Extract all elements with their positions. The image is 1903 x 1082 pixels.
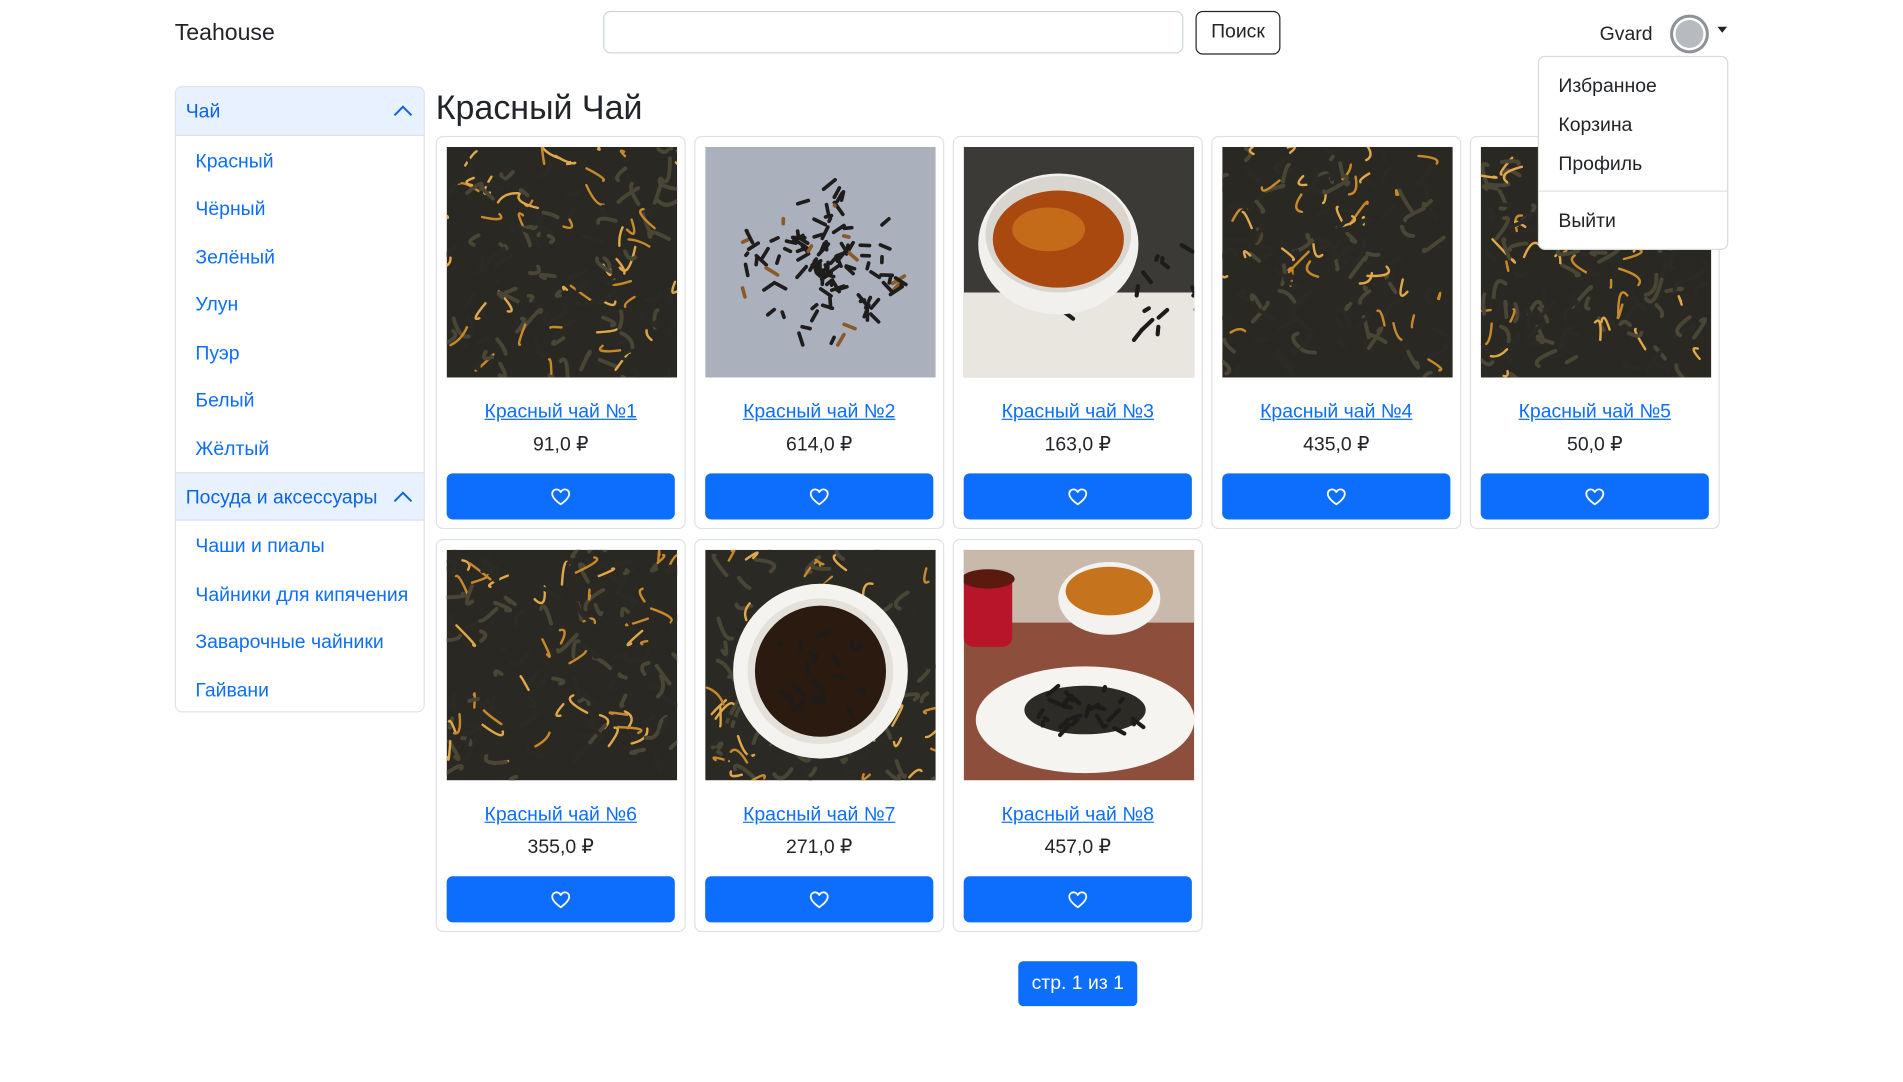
- sidebar-item-bowls[interactable]: Чаши и пиалы: [195, 536, 324, 558]
- product-price: 163,0 ₽: [1044, 434, 1111, 456]
- product-card: Красный чай №2 614,0 ₽: [694, 135, 945, 530]
- heart-icon: [1068, 488, 1088, 506]
- product-card: Красный чай №4 435,0 ₽: [1211, 135, 1462, 530]
- add-to-favorites-button[interactable]: [446, 876, 675, 923]
- chevron-down-icon[interactable]: [1717, 26, 1728, 33]
- sidebar-item-white[interactable]: Белый: [195, 391, 254, 413]
- tea-bowl-image: [963, 146, 1195, 378]
- product-image[interactable]: [1222, 146, 1453, 378]
- product-price: 91,0 ₽: [532, 434, 589, 456]
- product-card: Красный чай №3 163,0 ₽: [952, 135, 1203, 530]
- add-to-favorites-button[interactable]: [705, 876, 934, 923]
- username: Gvard: [1599, 24, 1653, 45]
- product-title-link[interactable]: Красный чай №6: [437, 805, 685, 827]
- avatar[interactable]: [1670, 14, 1709, 54]
- user-avatar-icon: [1670, 14, 1709, 54]
- search-button[interactable]: Поиск: [1195, 10, 1281, 55]
- sidebar-item-red[interactable]: Красный: [195, 152, 273, 174]
- product-price: 435,0 ₽: [1303, 434, 1370, 456]
- product-title-link[interactable]: Красный чай №5: [1471, 402, 1719, 424]
- sidebar-item-green[interactable]: Зелёный: [195, 248, 275, 270]
- product-price: 457,0 ₽: [1044, 837, 1111, 859]
- category-sidebar: Чай Красный Чёрный Зелёный Улун Пуэр Бел…: [174, 86, 425, 713]
- menu-item-cart[interactable]: Корзина: [1558, 115, 1632, 137]
- user-dropdown-menu: Избранное Корзина Профиль Выйти: [1537, 55, 1729, 251]
- add-to-favorites-button[interactable]: [963, 876, 1192, 923]
- product-title-link[interactable]: Красный чай №2: [695, 402, 943, 424]
- accordion-title: Чай: [185, 101, 221, 123]
- heart-icon: [809, 891, 829, 909]
- heart-icon: [1326, 488, 1346, 506]
- page-title: Красный Чай: [435, 88, 643, 127]
- sidebar-item-yellow[interactable]: Жёлтый: [195, 439, 269, 461]
- sidebar-item-black[interactable]: Чёрный: [195, 199, 265, 221]
- loose-leaf-tea-image: [446, 146, 678, 378]
- product-card: Красный чай №8 457,0 ₽: [952, 538, 1203, 933]
- product-title-link[interactable]: Красный чай №4: [1212, 402, 1460, 424]
- product-image[interactable]: [705, 549, 936, 781]
- sidebar-item-gaiwans[interactable]: Гайвани: [195, 681, 269, 703]
- page: Teahouse Поиск Gvard Избранное Корзина П…: [0, 0, 1903, 1082]
- heart-icon: [1585, 488, 1605, 506]
- product-image[interactable]: [963, 549, 1195, 781]
- product-card: Красный чай №1 91,0 ₽: [435, 135, 686, 530]
- loose-leaf-tea-image: [1222, 146, 1453, 378]
- heart-icon: [551, 891, 571, 909]
- chevron-up-icon: [393, 105, 413, 116]
- heart-icon: [1068, 891, 1088, 909]
- product-title-link[interactable]: Красный чай №7: [695, 805, 943, 827]
- accordion-header-tea[interactable]: Чай: [175, 87, 424, 136]
- menu-item-profile[interactable]: Профиль: [1558, 154, 1642, 176]
- menu-divider: [1538, 190, 1728, 192]
- heart-icon: [551, 488, 571, 506]
- pagination-button[interactable]: стр. 1 из 1: [1018, 961, 1138, 1007]
- add-to-favorites-button[interactable]: [446, 473, 675, 520]
- product-card: Красный чай №7 271,0 ₽: [694, 538, 945, 933]
- menu-item-logout[interactable]: Выйти: [1558, 211, 1615, 233]
- heart-icon: [809, 488, 829, 506]
- add-to-favorites-button[interactable]: [963, 473, 1192, 520]
- search-input[interactable]: [603, 10, 1184, 54]
- product-image[interactable]: [963, 146, 1195, 378]
- product-image[interactable]: [705, 146, 936, 378]
- sidebar-item-kettles[interactable]: Чайники для кипячения: [195, 585, 408, 607]
- product-title-link[interactable]: Красный чай №1: [437, 402, 685, 424]
- sidebar-item-oolong[interactable]: Улун: [195, 295, 238, 317]
- accordion-header-tableware[interactable]: Посуда и аксессуары: [175, 472, 424, 521]
- tea-pile-image: [705, 146, 936, 378]
- tea-cups-plate-image: [963, 549, 1195, 781]
- accordion-title: Посуда и аксессуары: [185, 487, 378, 509]
- chevron-up-icon: [393, 491, 413, 502]
- add-to-favorites-button[interactable]: [705, 473, 934, 520]
- product-price: 50,0 ₽: [1567, 434, 1623, 456]
- add-to-favorites-button[interactable]: [1222, 473, 1451, 520]
- product-image[interactable]: [446, 549, 678, 781]
- product-price: 271,0 ₽: [786, 837, 853, 859]
- add-to-favorites-button[interactable]: [1480, 473, 1709, 520]
- product-price: 614,0 ₽: [786, 434, 853, 456]
- loose-leaf-tea-image: [446, 549, 678, 781]
- sidebar-item-puer[interactable]: Пуэр: [195, 343, 239, 365]
- sidebar-item-teapots[interactable]: Заварочные чайники: [195, 632, 383, 654]
- product-title-link[interactable]: Красный чай №8: [954, 805, 1202, 827]
- brand-logo[interactable]: Teahouse: [175, 21, 275, 48]
- product-price: 355,0 ₽: [527, 837, 594, 859]
- product-card: Красный чай №6 355,0 ₽: [435, 538, 686, 933]
- product-image[interactable]: [446, 146, 678, 378]
- tea-cup-image: [705, 549, 936, 781]
- product-title-link[interactable]: Красный чай №3: [954, 402, 1202, 424]
- menu-item-favorites[interactable]: Избранное: [1558, 76, 1656, 98]
